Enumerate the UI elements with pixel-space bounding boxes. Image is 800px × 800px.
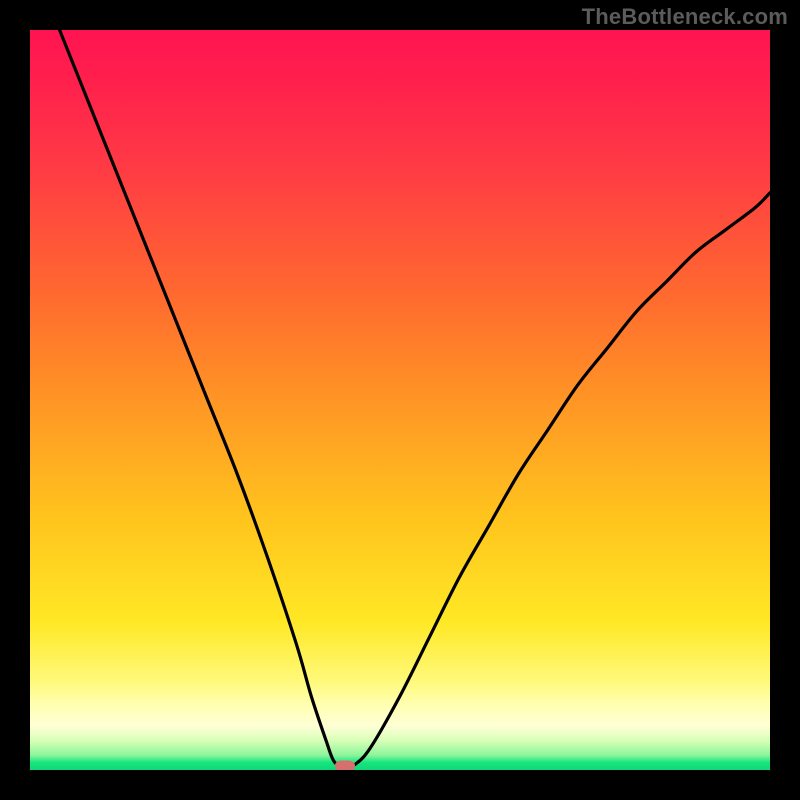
optimal-point-marker [335,761,355,770]
watermark-text: TheBottleneck.com [582,4,788,30]
plot-area [30,30,770,770]
bottleneck-curve-svg [30,30,770,770]
app-frame: TheBottleneck.com [0,0,800,800]
bottleneck-curve-path [60,30,770,767]
